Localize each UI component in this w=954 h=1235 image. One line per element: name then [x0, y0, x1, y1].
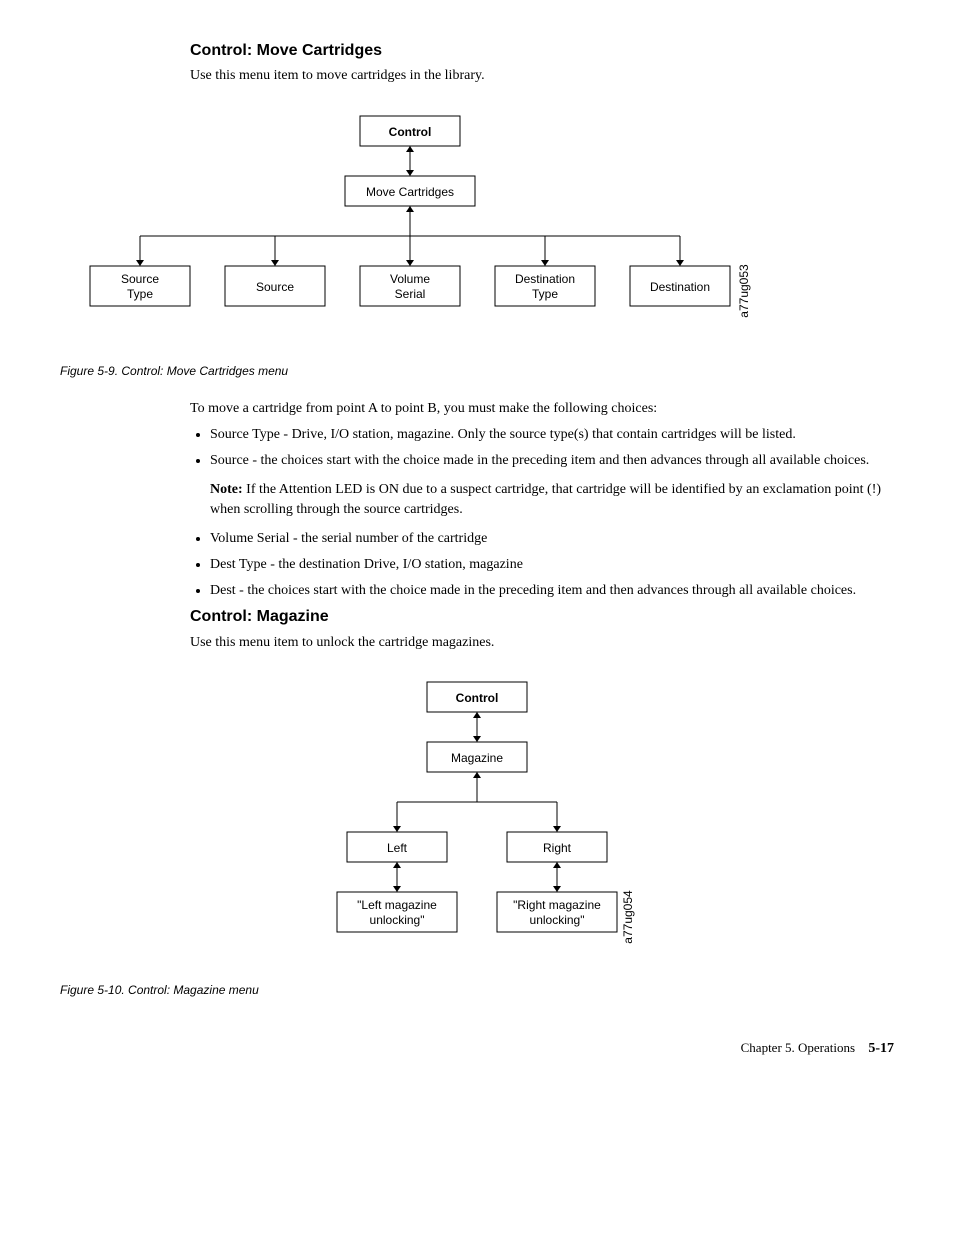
- section2-title: Control: Magazine: [190, 606, 894, 628]
- diag1-top: Control: [389, 125, 432, 139]
- page-number: 5-17: [868, 1041, 894, 1056]
- diag2-left: Left: [387, 841, 408, 855]
- svg-text:Volume: Volume: [390, 272, 430, 286]
- svg-text:Source: Source: [121, 272, 159, 286]
- section1-lead: To move a cartridge from point A to poin…: [190, 399, 894, 419]
- note-label: Note:: [210, 482, 243, 497]
- svg-text:Serial: Serial: [395, 287, 426, 301]
- bullet-item: Dest - the choices start with the choice…: [210, 581, 894, 601]
- diag1-middle: Move Cartridges: [366, 185, 454, 199]
- svg-text:unlocking": unlocking": [370, 913, 425, 927]
- svg-text:Destination: Destination: [515, 272, 575, 286]
- figure-caption-1: Figure 5-9. Control: Move Cartridges men…: [60, 363, 894, 380]
- figure-caption-2: Figure 5-10. Control: Magazine menu: [60, 982, 894, 999]
- bullet-list-1: Source Type - Drive, I/O station, magazi…: [190, 425, 894, 470]
- bullet-item: Dest Type - the destination Drive, I/O s…: [210, 555, 894, 575]
- chapter-label: Chapter 5. Operations: [741, 1040, 855, 1055]
- bullet-item: Source Type - Drive, I/O station, magazi…: [210, 425, 894, 445]
- diag2-right: Right: [543, 841, 572, 855]
- diagram-move-cartridges: Control Move Cartridges Source Type Sour…: [60, 106, 760, 326]
- svg-text:"Left magazine: "Left magazine: [357, 898, 437, 912]
- section2-intro: Use this menu item to unlock the cartrid…: [190, 633, 894, 653]
- svg-text:unlocking": unlocking": [530, 913, 585, 927]
- diag2-middle: Magazine: [451, 751, 503, 765]
- note-text: If the Attention LED is ON due to a susp…: [210, 482, 881, 517]
- bullet-item: Source - the choices start with the choi…: [210, 451, 894, 471]
- diag2-side: a77ug054: [621, 890, 635, 944]
- diag1-b4: Destination: [650, 280, 710, 294]
- diag1-b1: Source: [256, 280, 294, 294]
- section1-title: Control: Move Cartridges: [190, 40, 894, 62]
- svg-text:Type: Type: [127, 287, 153, 301]
- svg-text:"Right magazine: "Right magazine: [513, 898, 601, 912]
- page-footer: Chapter 5. Operations 5-17: [60, 1039, 894, 1059]
- bullet-item: Volume Serial - the serial number of the…: [210, 529, 894, 549]
- diag1-side: a77ug053: [737, 264, 751, 318]
- section1-intro: Use this menu item to move cartridges in…: [190, 66, 894, 86]
- svg-text:Type: Type: [532, 287, 558, 301]
- diagram-magazine: Control Magazine Left Right "Left magazi…: [277, 672, 677, 972]
- note-block: Note: If the Attention LED is ON due to …: [210, 480, 894, 519]
- diag2-top: Control: [456, 691, 499, 705]
- bullet-list-2: Volume Serial - the serial number of the…: [190, 529, 894, 600]
